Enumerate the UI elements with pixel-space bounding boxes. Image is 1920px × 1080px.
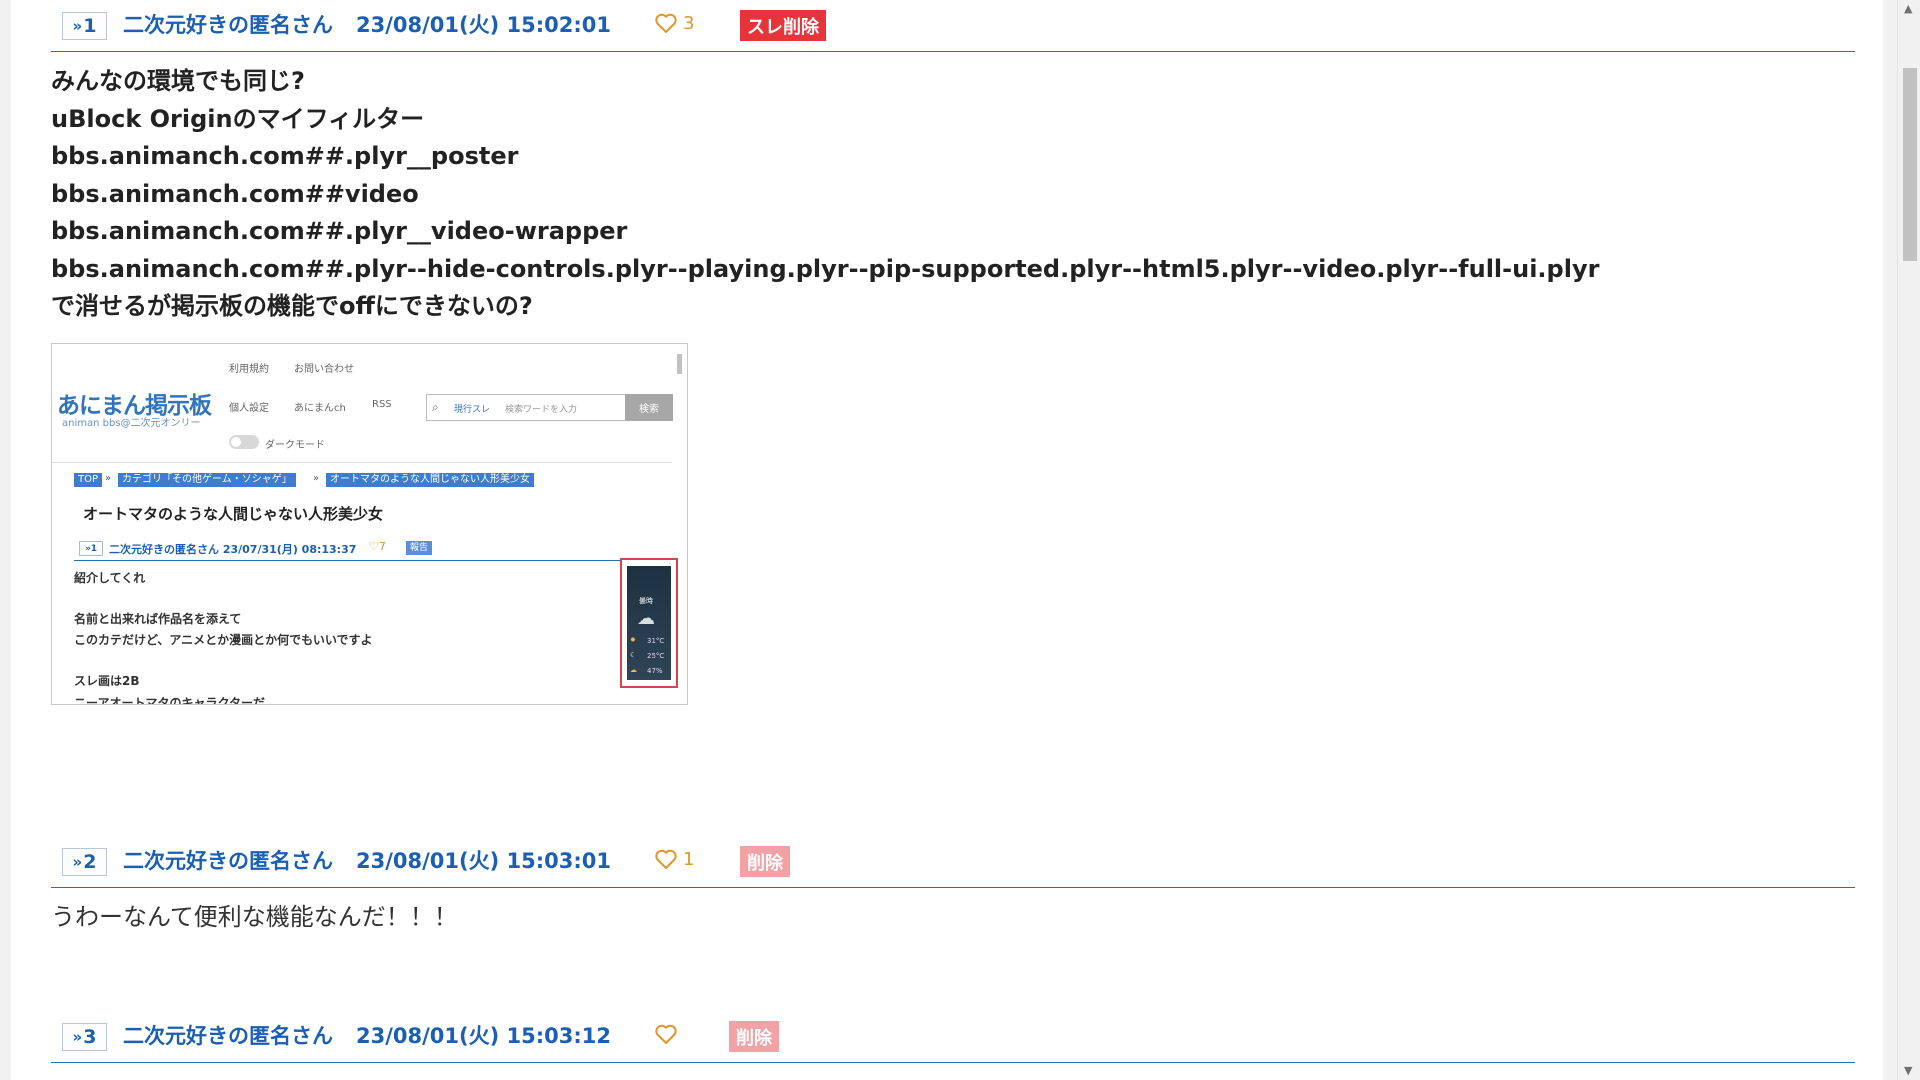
- post-header-3: » 3 二次元好きの匿名さん 23/08/01(火) 15:03:12 削除: [51, 1011, 1855, 1063]
- post-header-1: » 1 二次元好きの匿名さん 23/08/01(火) 15:02:01 3 スレ…: [51, 0, 1855, 52]
- heart-icon: [655, 1024, 677, 1044]
- thread-page: » 1 二次元好きの匿名さん 23/08/01(火) 15:02:01 3 スレ…: [11, 0, 1883, 1080]
- res-number-button[interactable]: » 2: [62, 848, 107, 876]
- post-date: 23/08/01(火) 15:03:01: [356, 849, 611, 873]
- dark-mode-toggle: [229, 435, 259, 449]
- search-icon: ⌕: [432, 400, 439, 414]
- double-chevron-right-icon: »: [72, 1028, 83, 1046]
- like-count: 1: [683, 848, 695, 870]
- delete-button[interactable]: 削除: [740, 846, 790, 877]
- double-chevron-right-icon: »: [72, 17, 83, 35]
- heart-icon: [655, 849, 677, 869]
- page-scrollbar[interactable]: ▲ ▼: [1897, 0, 1920, 1080]
- scroll-down-arrow-icon[interactable]: ▼: [1904, 1064, 1912, 1077]
- scroll-up-arrow-icon[interactable]: ▲: [1904, 2, 1912, 15]
- cloud-sun-icon: ☁: [630, 666, 637, 674]
- sun-icon: ✹: [630, 636, 636, 644]
- post-header-2: » 2 二次元好きの匿名さん 23/08/01(火) 15:03:01 1 削除: [51, 836, 1855, 888]
- delete-button[interactable]: 削除: [729, 1021, 779, 1052]
- post-date: 23/08/01(火) 15:02:01: [356, 13, 611, 37]
- res-number-button[interactable]: » 1: [62, 12, 107, 40]
- moon-icon: ☾: [630, 651, 637, 659]
- post-body-2: うわーなんて便利な機能なんだ！！！: [51, 903, 458, 931]
- like-button[interactable]: 1: [654, 846, 694, 872]
- thread-delete-button[interactable]: スレ削除: [740, 10, 826, 41]
- attached-screenshot-image[interactable]: 利用規約 お問い合わせ あにまん掲示板 animan bbs@二次元オンリー 個…: [51, 343, 688, 705]
- scrollbar-thumb[interactable]: [1903, 68, 1917, 261]
- like-button[interactable]: 3: [654, 10, 694, 36]
- post-date: 23/08/01(火) 15:03:12: [356, 1024, 611, 1048]
- double-chevron-right-icon: »: [72, 853, 83, 871]
- post-body-1: みんなの環境でも同じ? uBlock Originのマイフィルター bbs.an…: [51, 67, 1600, 320]
- res-number-button[interactable]: » 3: [62, 1023, 107, 1051]
- author-name[interactable]: 二次元好きの匿名さん: [123, 845, 333, 875]
- like-button[interactable]: [654, 1021, 683, 1047]
- mini-scrollbar-thumb: [677, 354, 682, 374]
- cloud-icon: ☁: [637, 608, 655, 629]
- highlighted-video-ad: 曇時 ☁ ✹ 31°C ☾ 25°C ☁ 47%: [620, 558, 678, 688]
- heart-icon: [655, 13, 677, 33]
- author-name[interactable]: 二次元好きの匿名さん: [123, 9, 333, 39]
- author-name[interactable]: 二次元好きの匿名さん: [123, 1020, 333, 1050]
- like-count: 3: [683, 12, 695, 34]
